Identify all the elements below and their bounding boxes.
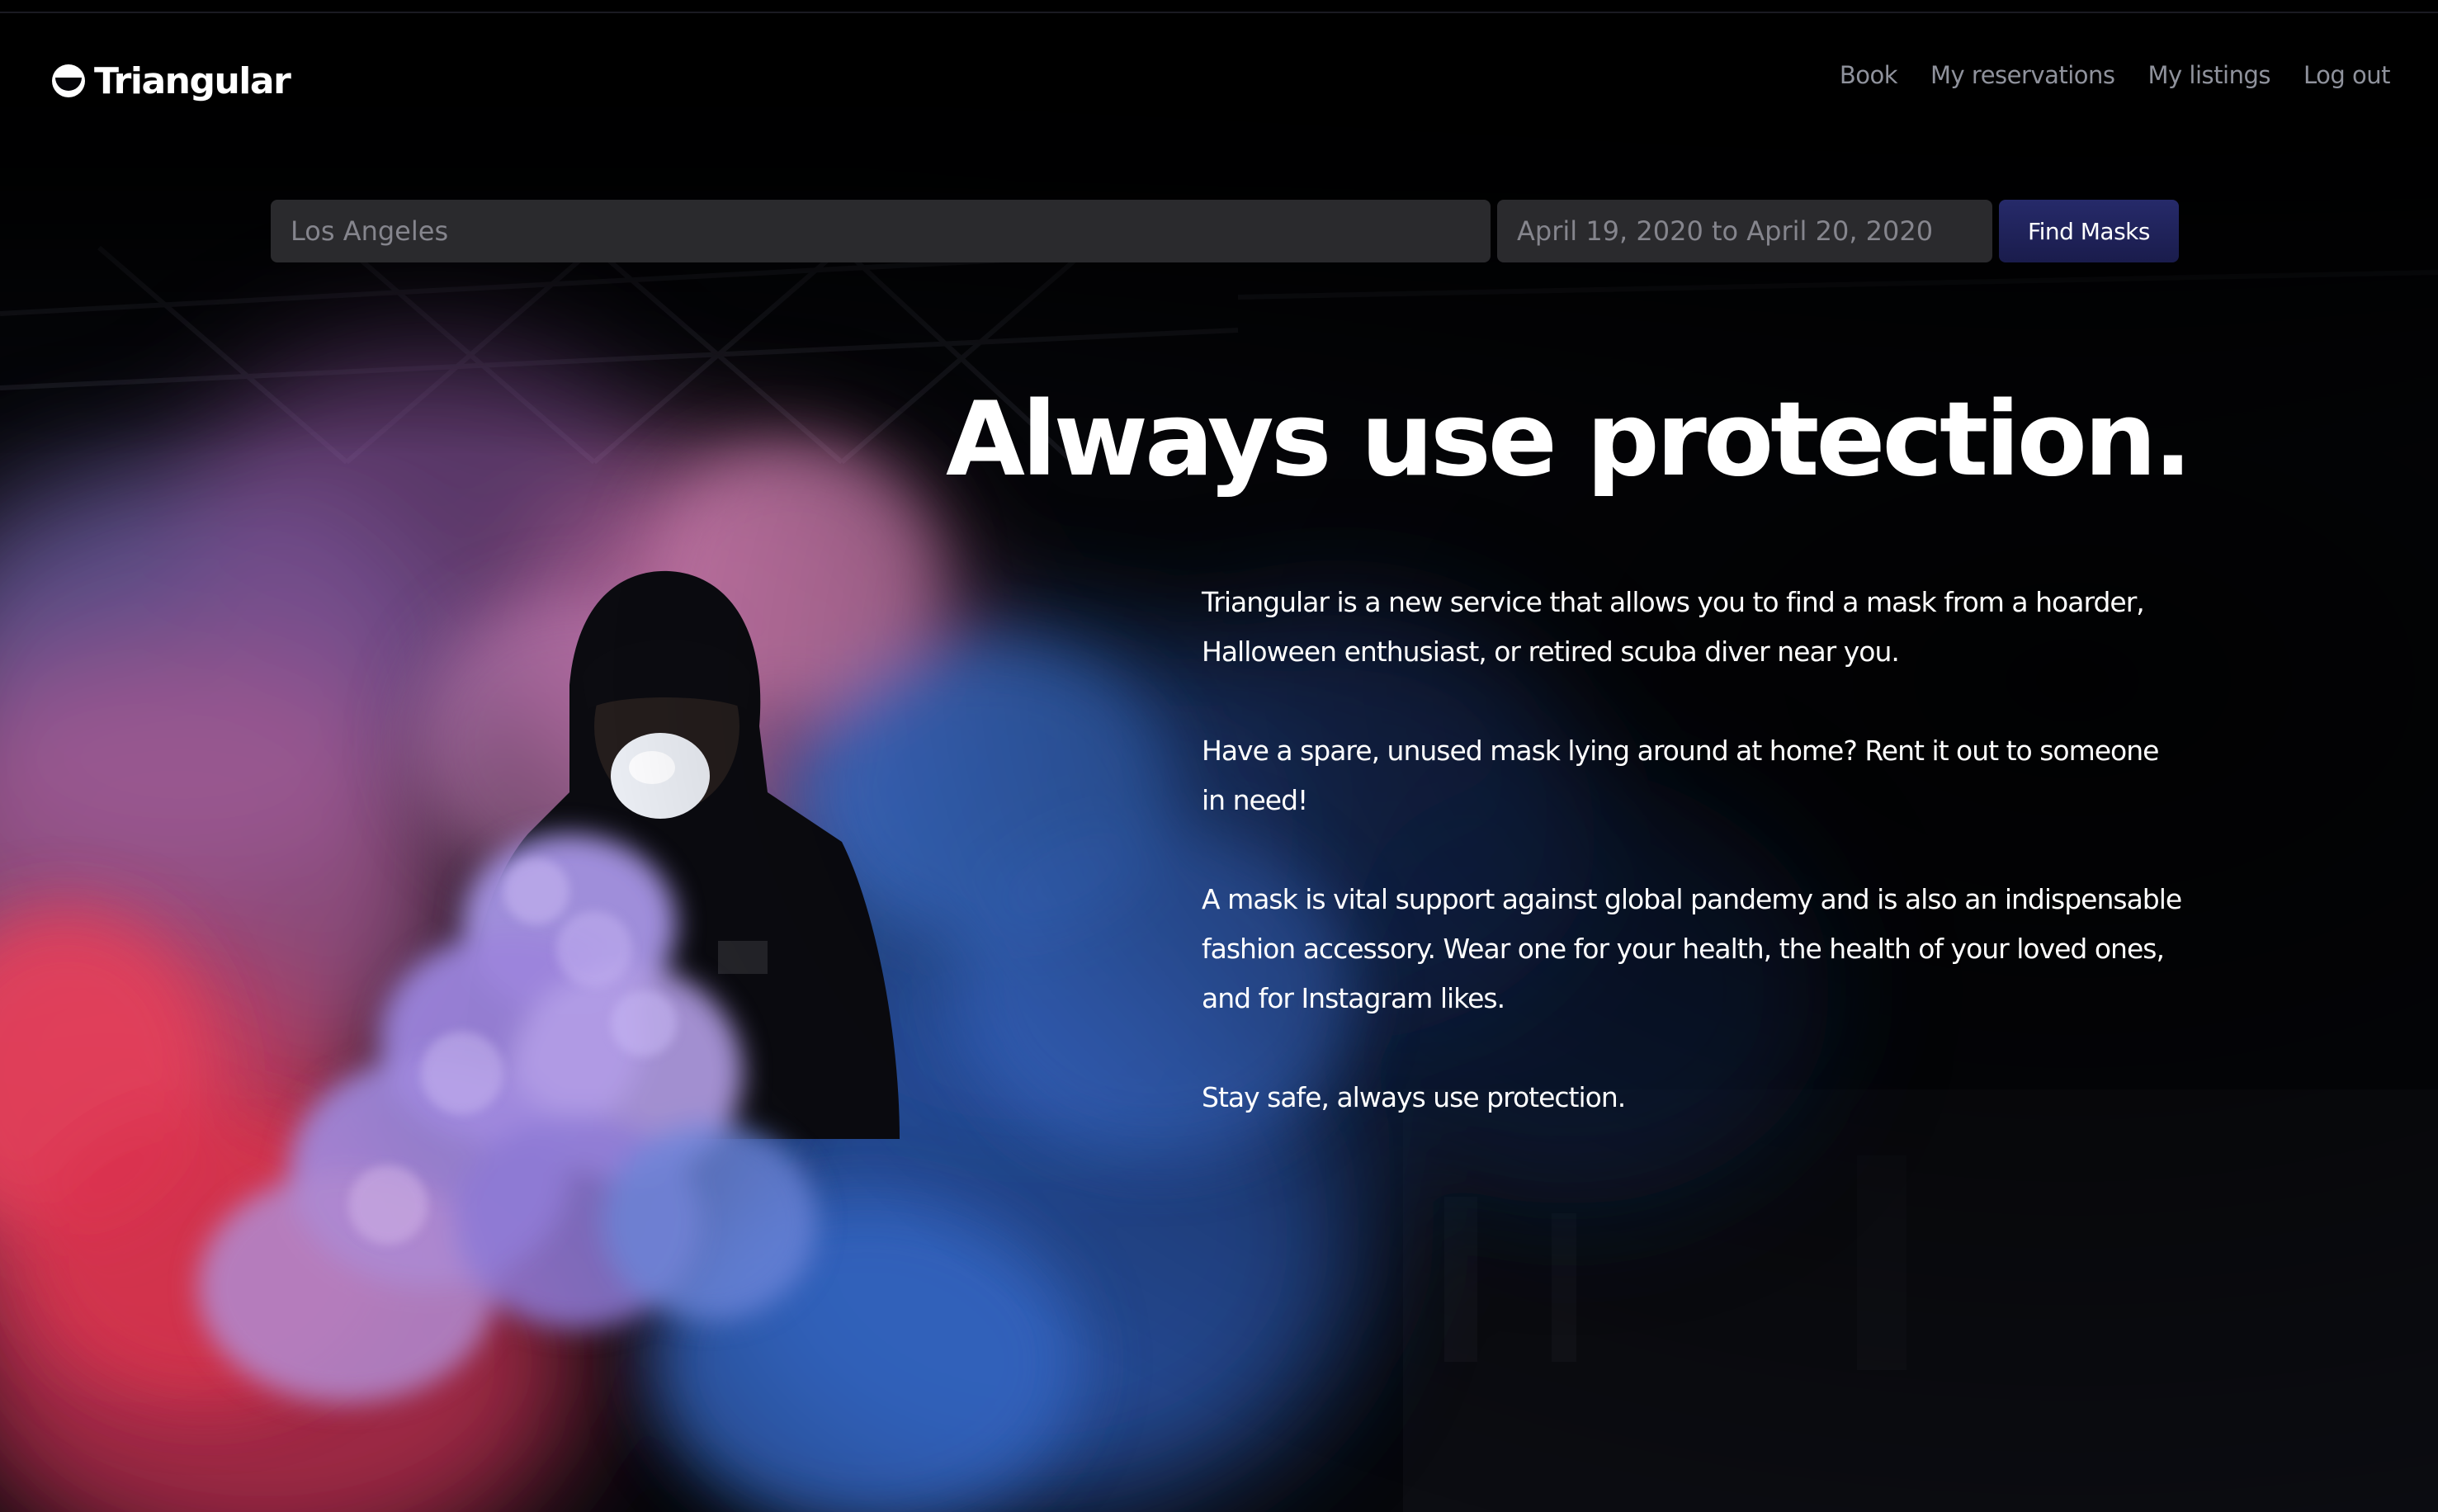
brand-name: Triangular <box>94 59 291 102</box>
half-moon-logo-icon <box>52 64 85 97</box>
search-form: Find Masks <box>271 200 2179 262</box>
hero-paragraph: A mask is vital support against global p… <box>1202 883 2182 1014</box>
hero-description: Triangular is a new service that allows … <box>1202 578 2184 1172</box>
brand-logo-link[interactable]: Triangular <box>51 58 291 104</box>
nav-log-out-link[interactable]: Log out <box>2303 61 2391 89</box>
site-header: Triangular Book My reservations My listi… <box>0 33 2438 124</box>
hero-headline: Always use protection. <box>946 380 2192 499</box>
page: Triangular Book My reservations My listi… <box>0 0 2438 1512</box>
hero-paragraph: Stay safe, always use protection. <box>1202 1081 1626 1113</box>
nav-my-reservations-link[interactable]: My reservations <box>1930 61 2115 89</box>
find-masks-button[interactable]: Find Masks <box>1999 200 2179 262</box>
hero-paragraph: Triangular is a new service that allows … <box>1202 586 2145 668</box>
location-input[interactable] <box>271 200 1491 262</box>
main-nav: Book My reservations My listings Log out <box>1840 61 2391 89</box>
top-divider <box>0 12 2438 13</box>
hero-paragraph: Have a spare, unused mask lying around a… <box>1202 735 2159 816</box>
date-range-input[interactable] <box>1497 200 1992 262</box>
nav-my-listings-link[interactable]: My listings <box>2148 61 2271 89</box>
nav-book-link[interactable]: Book <box>1840 61 1898 89</box>
